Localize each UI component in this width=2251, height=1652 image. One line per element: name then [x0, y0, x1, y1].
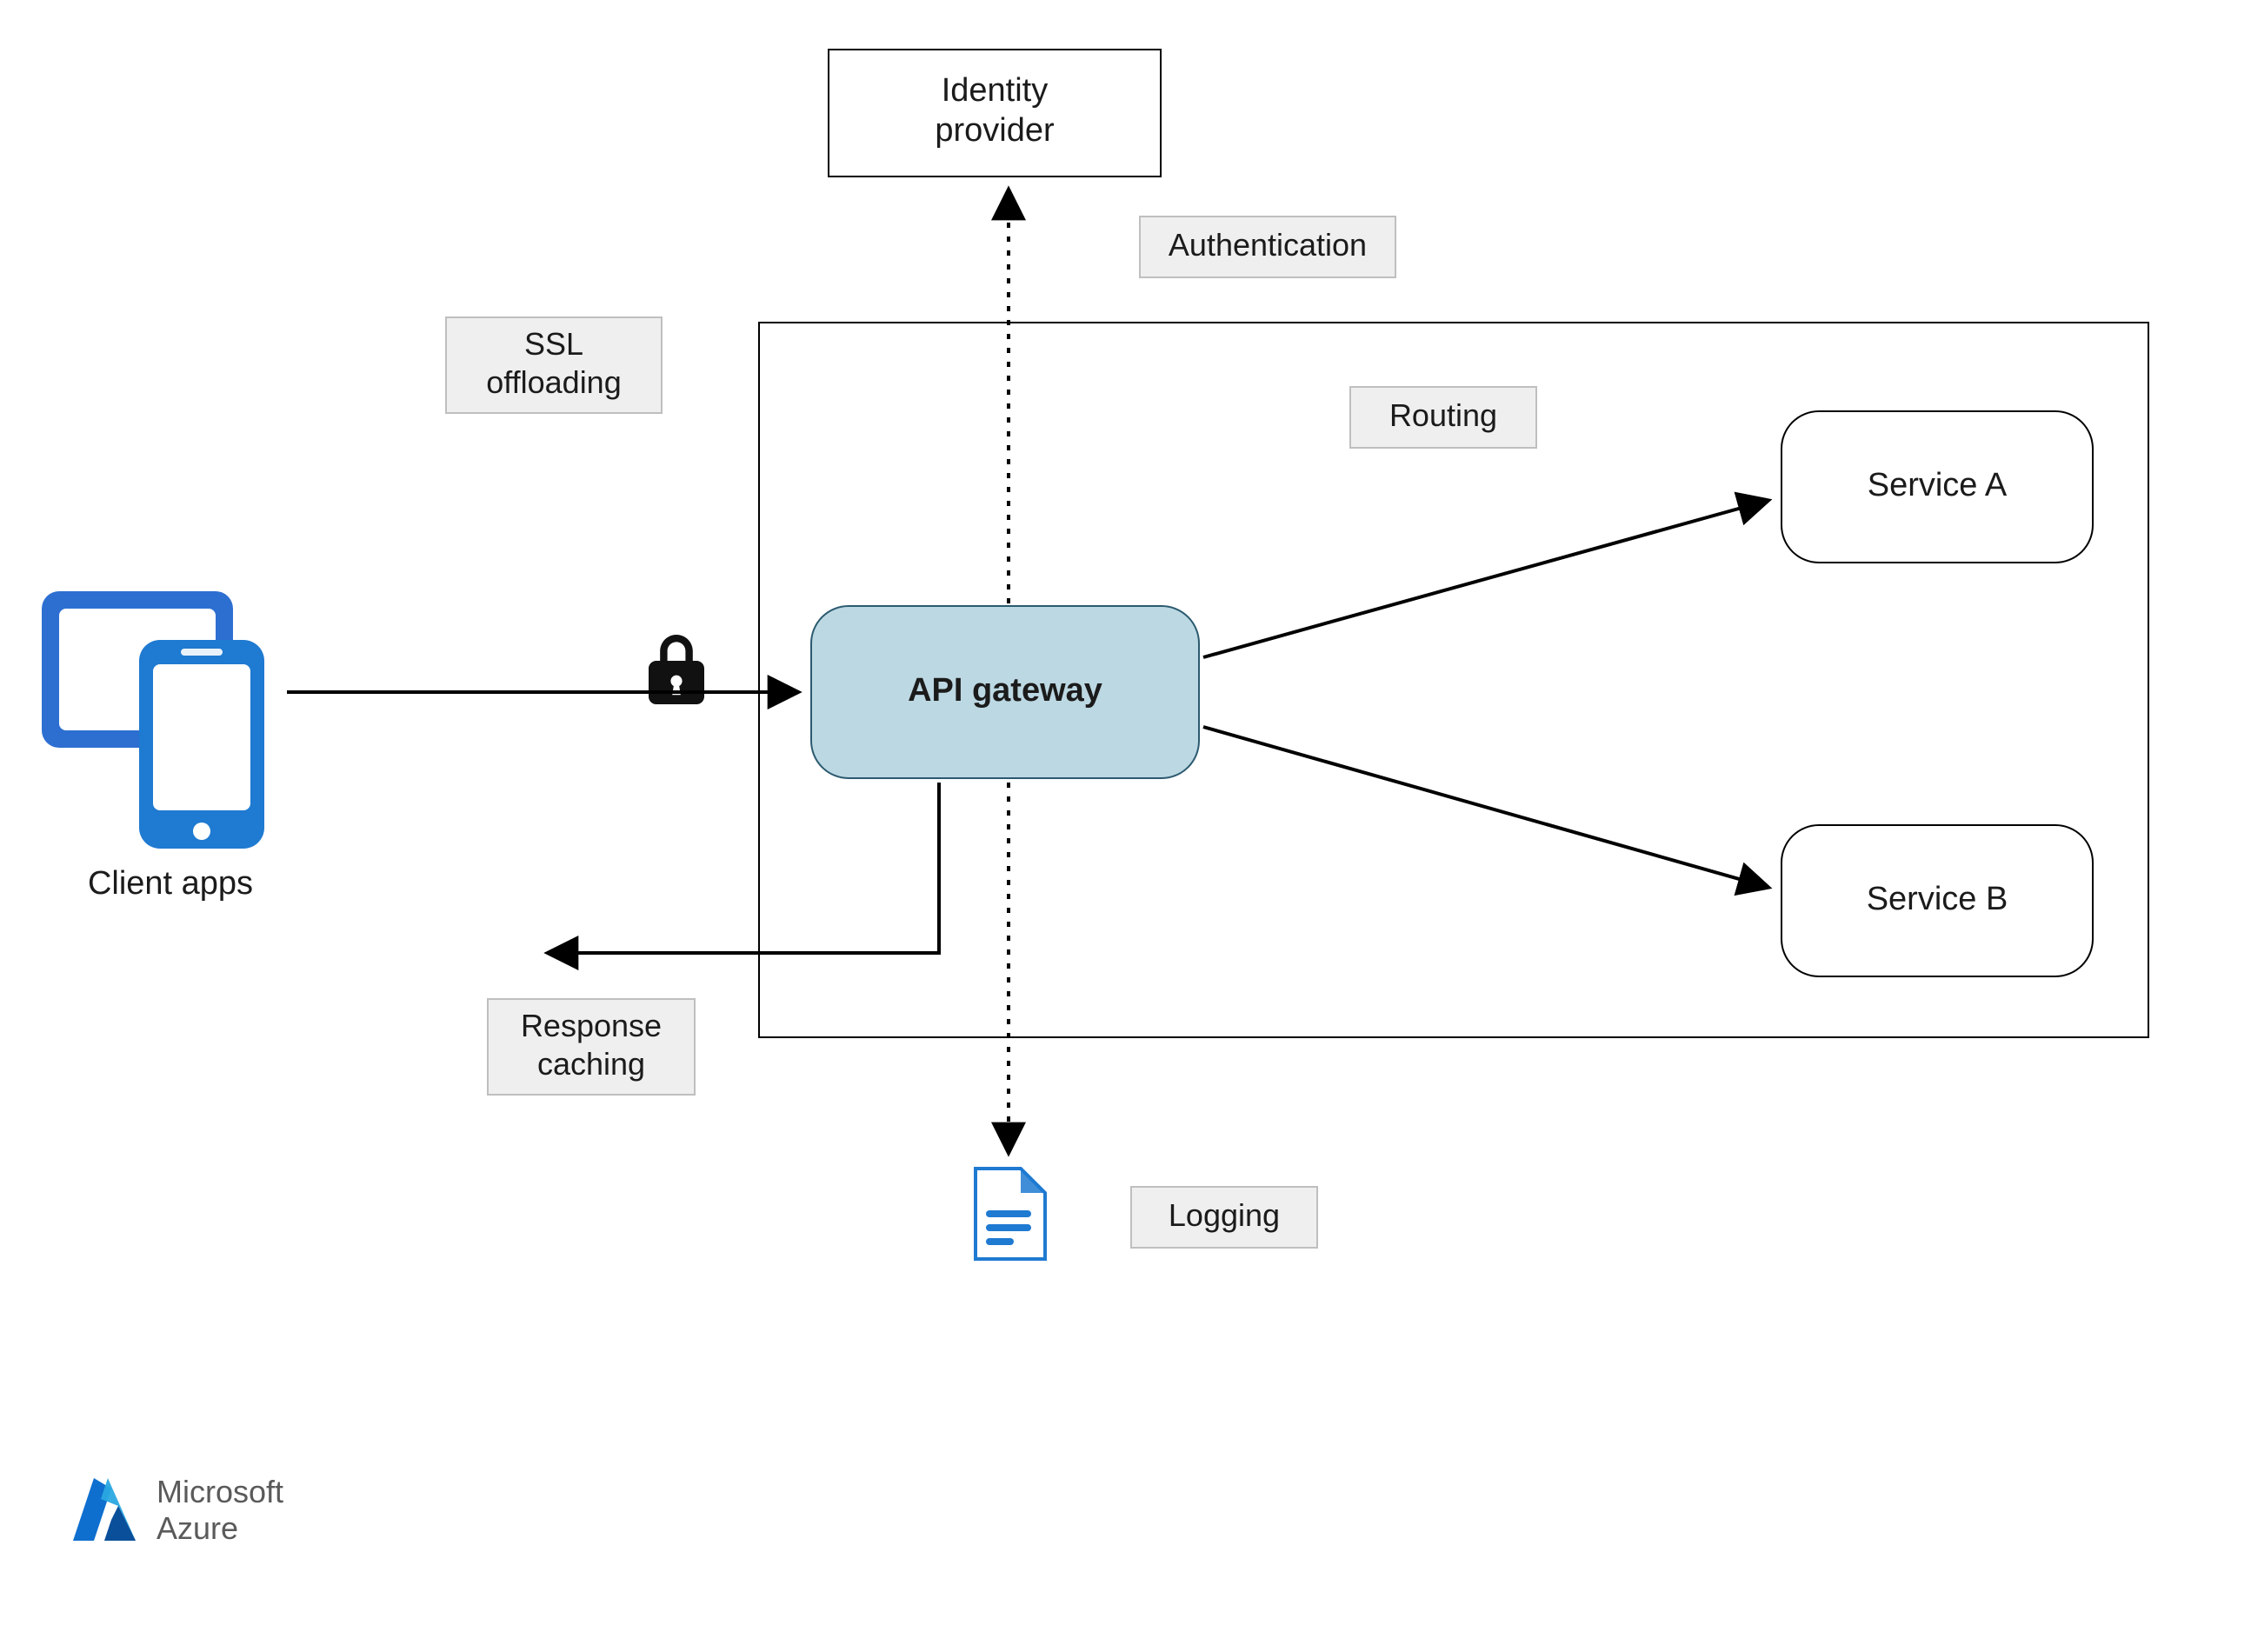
diagram-canvas: Identity provider SSL offloading Authent…	[0, 0, 2251, 1652]
branding-line-2: Azure	[157, 1511, 283, 1547]
azure-branding-text: Microsoft Azure	[157, 1475, 283, 1548]
lock-icon	[647, 635, 706, 708]
client-apps-label: Client apps	[66, 866, 275, 904]
ssl-offloading-label: SSL offloading	[445, 316, 663, 414]
logging-label: Logging	[1130, 1186, 1318, 1249]
authentication-label: Authentication	[1139, 216, 1396, 278]
branding-line-1: Microsoft	[157, 1475, 283, 1511]
response-caching-label: Response caching	[487, 998, 696, 1096]
identity-provider-node: Identity provider	[828, 49, 1162, 177]
azure-logo-icon	[66, 1475, 143, 1548]
client-devices-icon	[38, 577, 290, 856]
service-a-node: Service A	[1781, 410, 2094, 563]
service-b-node: Service B	[1781, 824, 2094, 977]
azure-branding: Microsoft Azure	[66, 1475, 283, 1548]
api-gateway-node: API gateway	[810, 605, 1200, 779]
routing-label: Routing	[1349, 386, 1537, 449]
log-document-icon	[970, 1165, 1050, 1262]
